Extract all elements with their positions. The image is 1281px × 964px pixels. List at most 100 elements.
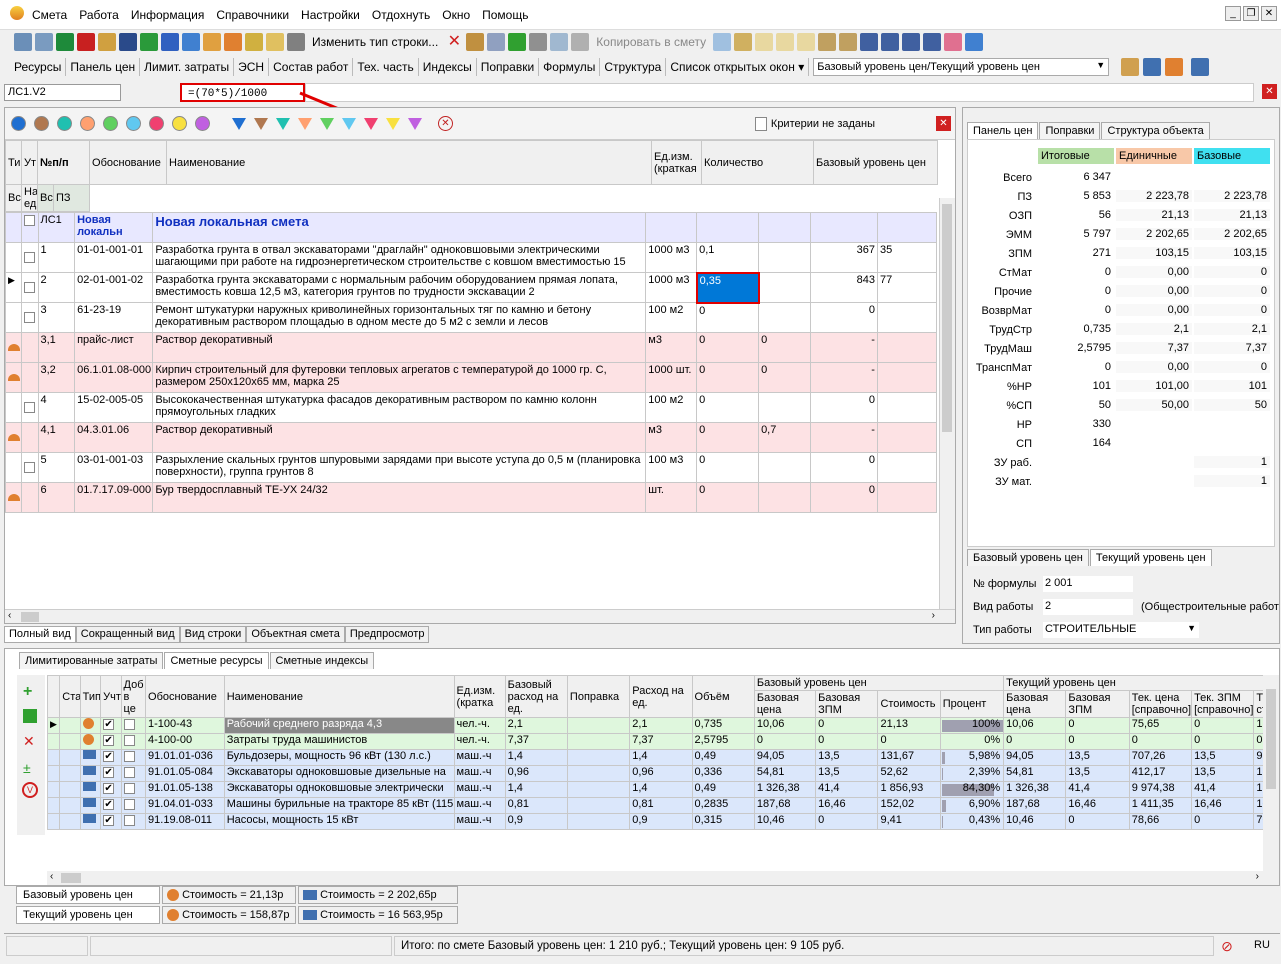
worker-icon[interactable] — [224, 33, 242, 51]
work-kind-select[interactable]: СТРОИТЕЛЬНЫЕ ▼ — [1043, 622, 1199, 638]
res-correction[interactable] — [566, 717, 631, 734]
row-base-total[interactable]: 0 — [809, 452, 878, 483]
tab-price-panel[interactable]: Панель цен — [66, 58, 141, 76]
account-checkbox[interactable] — [103, 734, 115, 746]
machine-icon[interactable] — [287, 33, 305, 51]
up-icon[interactable] — [508, 33, 527, 51]
res-cur-zpm[interactable]: 41,4 — [1191, 781, 1255, 798]
price-base[interactable]: 101 — [1194, 380, 1270, 392]
res-cur-base-price[interactable]: 94,05 — [1003, 749, 1067, 766]
price-base[interactable]: 2 223,78 — [1194, 190, 1270, 202]
row-checkbox[interactable] — [24, 252, 36, 263]
add-icon[interactable]: + — [23, 683, 39, 701]
row-base-total[interactable]: 843 — [809, 272, 878, 303]
estimate-row[interactable]: 6 01.7.17.09-000 Бур твердосплавный ТЕ-УХ … — [4, 482, 938, 513]
res-cost[interactable]: 0 — [877, 733, 941, 750]
col-cur-base-price[interactable]: Базовая цена — [1003, 690, 1067, 718]
res-volume[interactable]: 0,49 — [691, 749, 755, 766]
col-pz[interactable]: ПЗ — [52, 184, 91, 212]
res-cost[interactable]: 21,13 — [877, 717, 941, 734]
account-checkbox[interactable] — [103, 782, 115, 794]
menu-help[interactable]: Помощь — [476, 8, 534, 22]
row-pz[interactable] — [876, 452, 938, 483]
res-rate[interactable]: 7,37 — [629, 733, 693, 750]
menu-smeta[interactable]: Смета — [26, 8, 73, 22]
row-pz[interactable] — [876, 422, 938, 453]
tab-price-panel-right[interactable]: Панель цен — [967, 122, 1039, 139]
add-checkbox[interactable] — [123, 718, 135, 730]
row-name[interactable]: Разработка грунта экскаваторами с нормал… — [152, 272, 647, 303]
res-cur-base-zpm[interactable]: 0 — [1065, 733, 1130, 750]
price-base[interactable]: 2 202,65 — [1194, 228, 1270, 240]
copy-to-estimate-button[interactable]: Копировать в смету — [592, 35, 710, 49]
res-rate[interactable]: 1,4 — [629, 781, 693, 798]
plus-minus-icon[interactable]: ± — [23, 760, 39, 776]
col-rate[interactable]: Расход на ед. — [629, 675, 693, 718]
res-cur-zpm[interactable]: 0 — [1191, 733, 1255, 750]
row-check-cell[interactable] — [21, 452, 39, 483]
color-filter-7-icon[interactable] — [386, 117, 400, 130]
work-type-field[interactable]: 2 — [1043, 599, 1133, 615]
res-cur-base-zpm[interactable]: 13,5 — [1065, 765, 1130, 782]
estimate-row[interactable]: ▶ 2 02-01-001-02 Разработка грунта экскават… — [4, 271, 938, 304]
price-base[interactable]: 0 — [1194, 285, 1270, 297]
tab-limit-costs[interactable]: Лимит. затраты — [140, 58, 235, 76]
tab-corrections-right[interactable]: Поправки — [1039, 122, 1101, 139]
res-basis[interactable]: 4-100-00 — [145, 733, 225, 750]
res-cur-zpm[interactable]: 13,5 — [1191, 765, 1255, 782]
row-checkbox[interactable] — [24, 214, 36, 226]
menu-rabota[interactable]: Работа — [73, 8, 125, 22]
resource-row[interactable]: 91.04.01-033Машины бурильные на тракторе… — [46, 797, 1275, 814]
col-basis[interactable]: Обоснование — [89, 140, 168, 185]
align-center-icon[interactable] — [881, 33, 900, 51]
col-base-rate[interactable]: Базовый расход на ед. — [504, 675, 568, 718]
res-base-zpm[interactable]: 0 — [815, 813, 879, 830]
res-cur-base-price[interactable]: 187,68 — [1003, 797, 1067, 814]
tab-work-composition[interactable]: Состав работ — [269, 58, 354, 76]
indent-icon[interactable] — [487, 33, 506, 51]
close-formula-icon[interactable]: ✕ — [1262, 84, 1277, 99]
tab-structure[interactable]: Структура — [600, 58, 667, 76]
row-qty-total[interactable]: 0 — [696, 482, 760, 513]
res-base-price[interactable]: 10,06 — [753, 717, 817, 734]
color-dot-6-icon[interactable] — [149, 116, 164, 131]
res-base-zpm[interactable]: 13,5 — [815, 749, 879, 766]
res-cur-zpm[interactable]: 13,5 — [1191, 749, 1255, 766]
col-ti[interactable]: Ти — [5, 140, 22, 185]
row-base-total[interactable]: 0 — [809, 302, 878, 333]
row-checkbox[interactable] — [24, 402, 36, 413]
cut-icon[interactable] — [529, 33, 548, 51]
vscroll-thumb[interactable] — [942, 204, 952, 432]
res-cur-base-zpm[interactable]: 13,5 — [1065, 749, 1130, 766]
price-base[interactable]: 0 — [1194, 304, 1270, 316]
undo-icon[interactable] — [161, 33, 179, 51]
row-qty-total[interactable]: 0,1 — [696, 242, 760, 273]
res-name[interactable]: Затраты труда машинистов — [223, 733, 455, 750]
res-base-price[interactable]: 1 326,38 — [753, 781, 817, 798]
price-base[interactable]: 2,1 — [1194, 323, 1270, 335]
close-button[interactable]: ✕ — [1261, 6, 1277, 21]
res-cur-base-zpm[interactable]: 41,4 — [1065, 781, 1130, 798]
row-pz[interactable]: 77 — [876, 272, 938, 303]
account-checkbox[interactable] — [103, 814, 115, 826]
row-qty-unit[interactable] — [758, 272, 811, 303]
row-check-cell[interactable] — [21, 272, 39, 303]
col-base-price[interactable]: Базовая цена — [753, 690, 817, 718]
row-basis[interactable]: 01-01-001-01 — [74, 242, 154, 273]
price-base[interactable]: 7,37 — [1194, 342, 1270, 354]
row-pz[interactable] — [876, 302, 938, 333]
row-basis[interactable]: 06.1.01.08-000 — [74, 362, 154, 393]
col-num[interactable]: №п/п — [36, 140, 91, 185]
res-cost[interactable]: 52,62 — [877, 765, 941, 782]
color-filter-8-icon[interactable] — [408, 117, 422, 130]
language-indicator[interactable]: RU — [1254, 939, 1270, 951]
formula-input-area[interactable] — [305, 83, 1254, 102]
tree-icon[interactable] — [14, 33, 32, 51]
row-basis[interactable]: 04.3.01.06 — [74, 422, 154, 453]
col-percent[interactable]: Процент — [939, 690, 1005, 718]
res-base-rate[interactable]: 0,96 — [504, 765, 568, 782]
open-windows-dropdown[interactable]: Список открытых окон ▾ — [666, 58, 810, 76]
res-vscrollbar[interactable] — [1263, 675, 1279, 885]
tab-estimate-indexes[interactable]: Сметные индексы — [269, 652, 375, 669]
res-basis[interactable]: 91.01.05-138 — [145, 781, 225, 798]
